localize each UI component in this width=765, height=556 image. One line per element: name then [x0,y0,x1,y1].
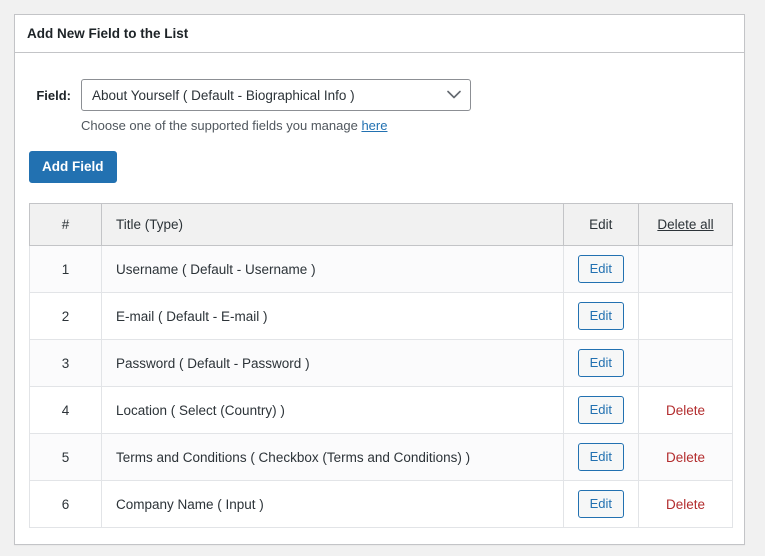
row-number: 5 [29,433,102,481]
row-number: 1 [29,245,102,293]
row-edit-cell: Edit [562,245,640,293]
table-row: 4 Location ( Select (Country) ) Edit Delete [29,386,733,434]
header-edit: Edit [562,203,640,246]
row-delete-cell: Delete [638,433,733,481]
table-row: 1 Username ( Default - Username ) Edit [29,245,733,293]
edit-button[interactable]: Edit [577,349,624,377]
row-title: Password ( Default - Password ) [101,339,564,387]
row-number: 6 [29,480,102,528]
edit-button[interactable]: Edit [577,443,624,471]
row-delete-cell: Delete [638,386,733,434]
field-helper-text: Choose one of the supported fields you m… [81,118,730,133]
fields-table-body: 1 Username ( Default - Username ) Edit 2 E-m… [29,245,733,528]
row-edit-cell: Edit [562,480,640,528]
field-label: Field: [36,87,71,103]
header-number: # [29,203,102,246]
field-select-wrapper: About Yourself ( Default - Biographical … [81,79,471,111]
row-edit-cell: Edit [562,386,640,434]
table-row: 6 Company Name ( Input ) Edit Delete [29,480,733,528]
edit-button[interactable]: Edit [577,255,624,283]
delete-all-link[interactable]: Delete all [657,217,713,232]
row-edit-cell: Edit [562,339,640,387]
row-delete-cell [638,245,733,293]
helper-text: Choose one of the supported fields you m… [81,118,358,133]
header-delete-all: Delete all [638,203,733,246]
edit-button[interactable]: Edit [577,490,624,518]
row-delete-cell [638,339,733,387]
panel-body: Field: About Yourself ( Default - Biogra… [15,53,744,544]
row-title: Username ( Default - Username ) [101,245,564,293]
row-title: E-mail ( Default - E-mail ) [101,292,564,340]
table-row: 5 Terms and Conditions ( Checkbox (Terms … [29,433,733,481]
table-header-row: # Title (Type) Edit Delete all [29,203,733,246]
row-edit-cell: Edit [562,433,640,481]
row-delete-cell [638,292,733,340]
add-new-field-panel: Add New Field to the List Field: About Y… [14,14,745,545]
panel-title: Add New Field to the List [15,15,744,53]
row-number: 2 [29,292,102,340]
edit-button[interactable]: Edit [577,302,624,330]
manage-fields-link[interactable]: here [361,118,387,133]
table-row: 3 Password ( Default - Password ) Edit [29,339,733,387]
fields-table-wrapper: # Title (Type) Edit Delete all 1 Username… [29,203,733,528]
row-title: Location ( Select (Country) ) [101,386,564,434]
row-number: 4 [29,386,102,434]
fields-table: # Title (Type) Edit Delete all 1 Username… [29,203,733,528]
delete-link[interactable]: Delete [666,450,705,465]
row-title: Company Name ( Input ) [101,480,564,528]
row-number: 3 [29,339,102,387]
delete-link[interactable]: Delete [666,403,705,418]
table-row: 2 E-mail ( Default - E-mail ) Edit [29,292,733,340]
row-title: Terms and Conditions ( Checkbox (Terms a… [101,433,564,481]
add-field-button[interactable]: Add Field [29,151,117,183]
delete-link[interactable]: Delete [666,497,705,512]
field-selector-row: Field: About Yourself ( Default - Biogra… [29,79,730,111]
edit-button[interactable]: Edit [577,396,624,424]
header-title-type: Title (Type) [101,203,564,246]
row-delete-cell: Delete [638,480,733,528]
field-select[interactable]: About Yourself ( Default - Biographical … [81,79,471,111]
row-edit-cell: Edit [562,292,640,340]
fields-table-head: # Title (Type) Edit Delete all [29,203,733,246]
